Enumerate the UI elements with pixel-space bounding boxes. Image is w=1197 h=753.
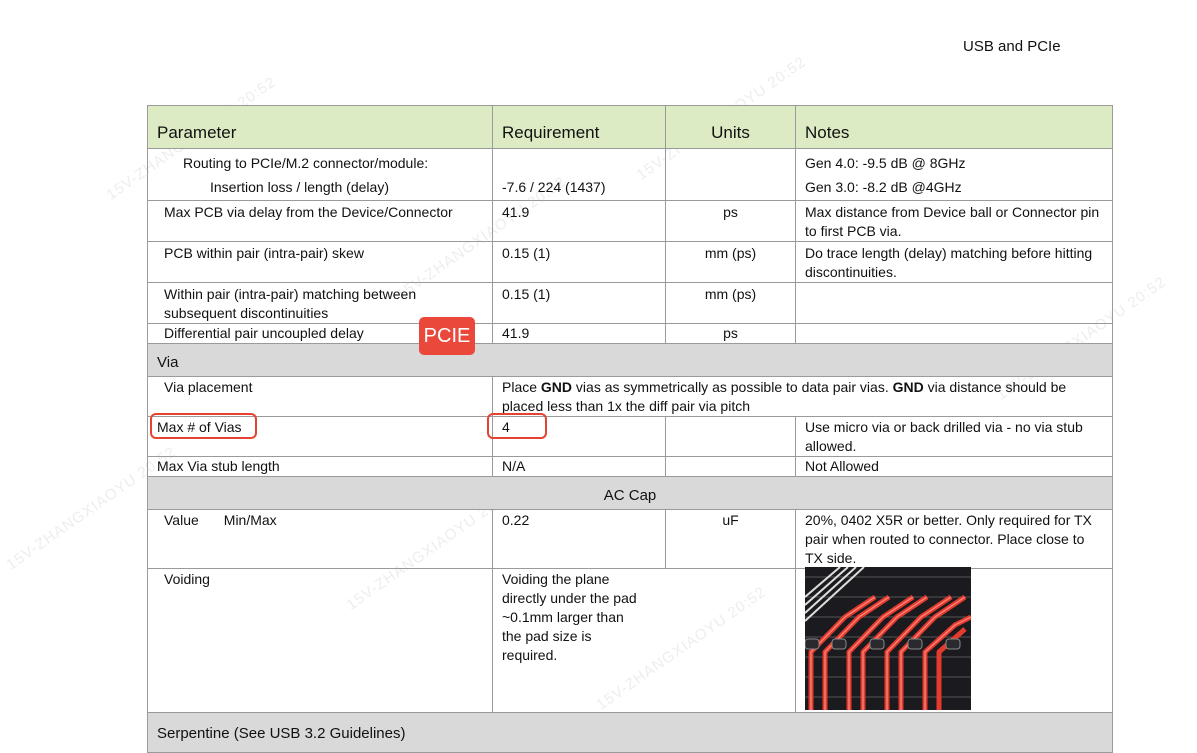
uncoupled-units: ps: [665, 323, 796, 344]
table-row: Max PCB via delay from the Device/Connec…: [147, 200, 1113, 242]
pcb-traces-graphic: [805, 567, 971, 710]
voiding-requirement: Voiding the plane directly under the pad…: [492, 568, 796, 713]
via-placement-bold: GND: [892, 379, 924, 395]
routing-param-line1: Routing to PCIe/M.2 connector/module:: [183, 155, 429, 171]
intra-skew-units: mm (ps): [665, 241, 796, 283]
value-param: Value Min/Max: [147, 509, 493, 569]
table-row: PCB within pair (intra-pair) skew 0.15 (…: [147, 241, 1113, 283]
header-parameter: Parameter: [147, 105, 493, 149]
page-header: USB and PCIe: [963, 38, 1061, 55]
table-row: Routing to PCIe/M.2 connector/module: In…: [147, 148, 1113, 201]
uncoupled-requirement: 41.9: [492, 323, 666, 344]
section-row-via: Via: [147, 343, 1113, 377]
section-via-title: Via: [147, 343, 1113, 377]
section-serpentine-title: Serpentine (See USB 3.2 Guidelines): [147, 712, 1113, 753]
via-placement-bold: GND: [540, 379, 573, 395]
value-units: uF: [665, 509, 796, 569]
value-param-minmax: Min/Max: [223, 512, 277, 528]
intra-matching-units: mm (ps): [665, 282, 796, 324]
via-placement-text: vias as symmetrically as possible to dat…: [572, 379, 893, 395]
max-vias-notes: Use micro via or back drilled via - no v…: [795, 416, 1113, 457]
table-header-row: Parameter Requirement Units Notes: [147, 105, 1113, 149]
header-requirement: Requirement: [492, 105, 666, 149]
routing-units: [665, 148, 796, 201]
table-row: Via placement Place GND vias as symmetri…: [147, 376, 1113, 417]
max-vias-param-highlight: [150, 413, 257, 439]
intra-skew-param: PCB within pair (intra-pair) skew: [147, 241, 493, 283]
stub-notes: Not Allowed: [795, 456, 1113, 477]
voiding-param: Voiding: [147, 568, 493, 713]
stub-units: [665, 456, 796, 477]
via-delay-param: Max PCB via delay from the Device/Connec…: [147, 200, 493, 242]
uncoupled-notes: [795, 323, 1113, 344]
section-row-serpentine: Serpentine (See USB 3.2 Guidelines): [147, 712, 1113, 753]
via-placement-param: Via placement: [147, 376, 493, 417]
via-placement-requirement: Place GND vias as symmetrically as possi…: [492, 376, 1113, 417]
max-vias-units: [665, 416, 796, 457]
intra-skew-notes: Do trace length (delay) matching before …: [795, 241, 1113, 283]
intra-matching-requirement: 0.15 (1): [492, 282, 666, 324]
value-param-label: Value: [164, 512, 199, 528]
table-row: Differential pair uncoupled delay 41.9 p…: [147, 323, 1113, 344]
stub-requirement: N/A: [492, 456, 666, 477]
table-row: Within pair (intra-pair) matching betwee…: [147, 282, 1113, 324]
routing-notes-line1: Gen 4.0: -9.5 dB @ 8GHz: [805, 155, 966, 171]
intra-skew-requirement: 0.15 (1): [492, 241, 666, 283]
value-requirement: 0.22: [492, 509, 666, 569]
routing-param-line2: Insertion loss / length (delay): [210, 179, 389, 195]
pcie-tag: PCIE: [419, 317, 475, 355]
pcb-layout-image: [805, 567, 971, 710]
stub-param: Max Via stub length: [147, 456, 493, 477]
max-vias-value-highlight: [487, 413, 547, 439]
table-row: Value Min/Max 0.22 uF 20%, 0402 X5R or be…: [147, 509, 1113, 569]
section-row-ac-cap: AC Cap: [147, 476, 1113, 510]
header-notes: Notes: [795, 105, 1113, 149]
via-delay-notes: Max distance from Device ball or Connect…: [795, 200, 1113, 242]
table-row: Max # of Vias 4 Use micro via or back dr…: [147, 416, 1113, 457]
table-row: Max Via stub length N/A Not Allowed: [147, 456, 1113, 477]
intra-matching-notes: [795, 282, 1113, 324]
section-ac-cap-title: AC Cap: [147, 476, 1113, 510]
routing-notes-line2: Gen 3.0: -8.2 dB @4GHz: [805, 179, 962, 195]
via-delay-units: ps: [665, 200, 796, 242]
header-units: Units: [665, 105, 796, 149]
value-notes: 20%, 0402 X5R or better. Only required f…: [795, 509, 1113, 569]
routing-requirement: -7.6 / 224 (1437): [492, 148, 666, 201]
via-placement-text: Place: [502, 379, 541, 395]
via-delay-requirement: 41.9: [492, 200, 666, 242]
